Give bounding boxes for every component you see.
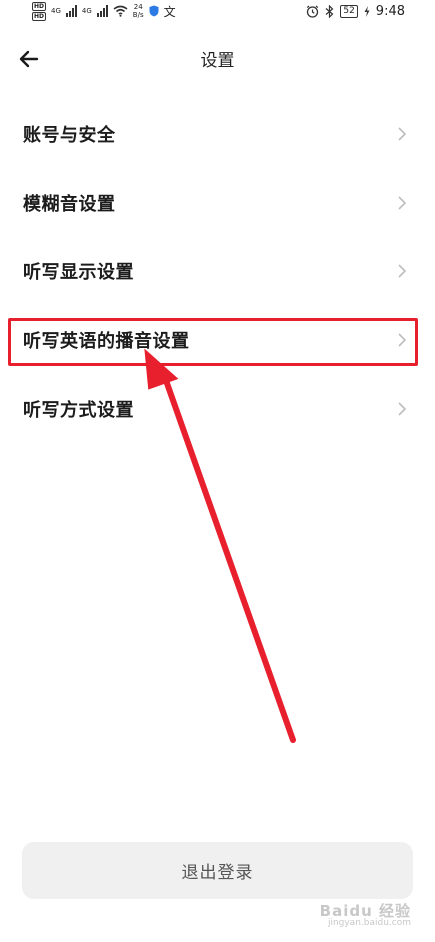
chevron-right-icon [398, 196, 407, 210]
menu-item-dictation-mode[interactable]: 听写方式设置 [0, 379, 435, 439]
hd-badge: HD [32, 11, 47, 21]
bluetooth-icon [325, 4, 334, 18]
menu-item-dictation-display[interactable]: 听写显示设置 [0, 241, 435, 301]
net-type-label: 4G [81, 7, 92, 15]
status-right: 52 9:48 [306, 0, 405, 22]
net-speed: 24 B/s [133, 3, 144, 19]
logout-label: 退出登录 [181, 863, 254, 883]
menu-item-label: 模糊音设置 [23, 194, 116, 215]
battery-level: 52 [340, 4, 358, 18]
hd-badge: HD [32, 1, 47, 11]
hd-badges: HD HD [32, 1, 47, 21]
net-speed-unit: B/s [132, 11, 144, 19]
alarm-icon [307, 5, 319, 18]
highlight-box [8, 318, 418, 366]
clock-time: 9:48 [375, 3, 405, 19]
status-left: HD HD 4G 4G 24 B/s 文 [32, 0, 176, 22]
watermark-logo: Baidu 经验 jingyan.baidu.com [320, 900, 411, 928]
wifi-icon [113, 5, 128, 17]
menu-item-fuzzy-sound[interactable]: 模糊音设置 [0, 173, 435, 233]
charging-icon [364, 5, 370, 17]
status-bar: HD HD 4G 4G 24 B/s 文 52 9:48 [0, 0, 435, 22]
shield-icon [149, 5, 159, 17]
watermark-sub: jingyan.baidu.com [327, 918, 411, 928]
signal-icon [96, 5, 108, 17]
chevron-right-icon [398, 264, 407, 278]
signal-icon [65, 5, 77, 17]
menu-item-label: 听写方式设置 [23, 400, 134, 421]
net-speed-value: 24 [133, 3, 143, 11]
page-title: 设置 [200, 51, 235, 71]
net-type-label: 4G [51, 7, 61, 15]
page-header: 设置 [0, 38, 435, 78]
chevron-right-icon [398, 127, 407, 141]
menu-item-label: 账号与安全 [23, 125, 116, 146]
menu-item-account-security[interactable]: 账号与安全 [0, 104, 435, 164]
menu-item-label: 听写显示设置 [23, 262, 134, 283]
logout-button[interactable]: 退出登录 [22, 842, 413, 899]
text-icon: 文 [163, 4, 176, 19]
chevron-right-icon [398, 402, 407, 416]
